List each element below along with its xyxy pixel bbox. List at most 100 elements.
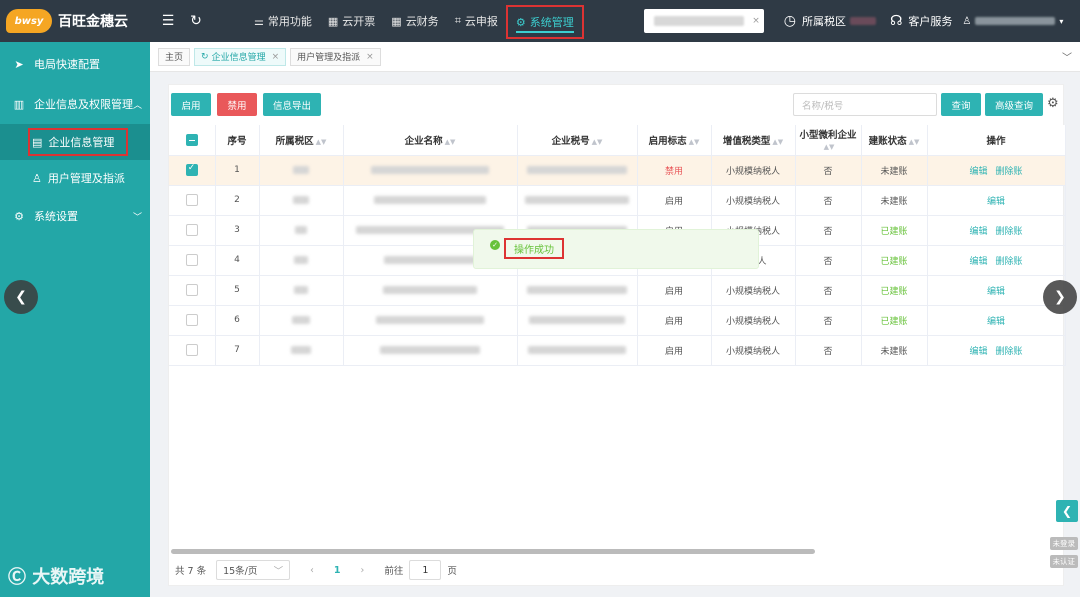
nav-label: 云申报 bbox=[464, 15, 498, 28]
current-page[interactable]: 1 bbox=[334, 565, 341, 576]
table-header-row: 序号 所属税区 ▲▼ 企业名称 ▲▼ 企业税号 ▲▼ 启用标志 ▲▼ 增值税类型 ▲▼ 小… bbox=[169, 125, 1066, 156]
row-select-cell[interactable] bbox=[169, 335, 216, 366]
not-logged-in-badge: 未登录 bbox=[1049, 537, 1078, 550]
grid-icon: ▦ bbox=[391, 14, 402, 28]
page-suffix: 页 bbox=[447, 566, 457, 577]
row-select-cell[interactable] bbox=[169, 215, 216, 246]
row-select-cell[interactable] bbox=[169, 155, 216, 186]
table-row[interactable]: 5 启用 小规模纳税人否已建账 编辑 bbox=[169, 275, 1066, 306]
tax-region-label: 所属税区 bbox=[801, 15, 846, 28]
edit-link[interactable]: 编辑 bbox=[987, 287, 1005, 297]
nav-cloud-invoice[interactable]: ▦ 云开票 bbox=[320, 0, 383, 42]
cell-company-name bbox=[343, 155, 518, 186]
column-header[interactable]: 增值税类型 ▲▼ bbox=[711, 125, 796, 156]
column-header[interactable]: 建账状态 ▲▼ bbox=[861, 125, 928, 156]
sidebar-item-enterprise-info[interactable]: ▤ 企业信息管理 bbox=[0, 124, 150, 160]
sidebar-item-quick-config[interactable]: ➤ 电局快速配置 bbox=[0, 44, 150, 84]
edit-link[interactable]: 编辑 bbox=[969, 347, 987, 357]
sidebar-item-enterprise-permissions[interactable]: ▥ 企业信息及权限管理 ︿ bbox=[0, 84, 150, 124]
edit-link[interactable]: 编辑 bbox=[969, 227, 987, 237]
row-select-cell[interactable] bbox=[169, 245, 216, 276]
search-input[interactable]: 名称/税号 bbox=[793, 93, 937, 116]
row-checkbox[interactable] bbox=[185, 224, 198, 236]
cell-region bbox=[259, 155, 344, 186]
carousel-prev-button[interactable]: ❮ bbox=[4, 280, 38, 314]
nav-label: 常用功能 bbox=[267, 15, 312, 28]
tab-home[interactable]: 主页 bbox=[158, 47, 191, 66]
close-icon[interactable]: × bbox=[272, 52, 280, 62]
prev-page-icon[interactable]: ‹ bbox=[310, 565, 314, 576]
column-header[interactable]: 企业名称 ▲▼ bbox=[343, 125, 518, 156]
page-size-select[interactable]: 15条/页 ﹀ bbox=[216, 560, 291, 580]
row-checkbox[interactable] bbox=[185, 163, 198, 176]
cell-company-name bbox=[343, 305, 518, 336]
close-icon[interactable]: × bbox=[366, 52, 374, 62]
column-header[interactable]: 企业税号 ▲▼ bbox=[517, 125, 638, 156]
nav-common-functions[interactable]: ⚌ 常用功能 bbox=[246, 0, 320, 42]
column-header[interactable]: 所属税区 ▲▼ bbox=[259, 125, 344, 156]
page-size-value: 15条/页 bbox=[223, 566, 258, 577]
customer-service[interactable]: ☊ 客户服务 bbox=[890, 13, 952, 29]
expand-panel-button[interactable]: ❮ bbox=[1056, 500, 1078, 522]
tab-enterprise-info[interactable]: ↻ 企业信息管理 × bbox=[194, 47, 287, 66]
tax-region-redacted bbox=[849, 17, 876, 25]
tab-label: 用户管理及指派 bbox=[297, 53, 361, 63]
edit-link[interactable]: 编辑 bbox=[969, 167, 987, 177]
row-checkbox[interactable] bbox=[185, 194, 198, 206]
table-row[interactable]: 1禁用小规模纳税人否未建账编辑删除账 bbox=[169, 155, 1066, 186]
table-row[interactable]: 7 启用 小规模纳税人否未建账 编辑 删除账 bbox=[169, 335, 1066, 366]
tab-user-assignment[interactable]: 用户管理及指派 × bbox=[290, 47, 381, 66]
cell-small-enterprise: 否 bbox=[795, 245, 862, 276]
horizontal-scrollbar[interactable] bbox=[171, 549, 815, 554]
tax-region[interactable]: ◷ 所属税区 bbox=[784, 13, 876, 29]
table-row[interactable]: 2 启用 小规模纳税人否未建账 编辑 bbox=[169, 185, 1066, 216]
row-select-cell[interactable] bbox=[169, 305, 216, 336]
menu-toggle-icon[interactable]: ☰ bbox=[158, 11, 178, 31]
sidebar-item-user-assignment[interactable]: ♙ 用户管理及指派 bbox=[0, 160, 150, 196]
export-button[interactable]: 信息导出 bbox=[263, 93, 321, 116]
row-select-cell[interactable] bbox=[169, 185, 216, 216]
edit-link[interactable]: 编辑 bbox=[969, 257, 987, 267]
close-icon[interactable]: × bbox=[752, 16, 760, 26]
total-count: 共 7 条 bbox=[175, 566, 207, 577]
nav-cloud-declaration[interactable]: ⌗ 云申报 bbox=[447, 0, 506, 42]
row-checkbox[interactable] bbox=[185, 344, 198, 356]
user-menu[interactable]: ♙ ▾ bbox=[962, 16, 1063, 27]
delete-account-link[interactable]: 删除账 bbox=[996, 167, 1023, 177]
chevron-down-icon[interactable]: ﹀ bbox=[1062, 49, 1072, 64]
settings-gear-icon[interactable]: ⚙ bbox=[1047, 96, 1059, 111]
row-checkbox[interactable] bbox=[185, 314, 198, 326]
caret-down-icon: ▾ bbox=[1059, 16, 1064, 26]
delete-account-link[interactable]: 删除账 bbox=[996, 347, 1023, 357]
delete-account-link[interactable]: 删除账 bbox=[996, 257, 1023, 267]
cell-account-status: 已建账 bbox=[861, 275, 928, 306]
enable-button[interactable]: 启用 bbox=[171, 93, 211, 116]
cell-region bbox=[259, 335, 344, 366]
nav-system-management[interactable]: ⚙ 系统管理 bbox=[505, 5, 584, 39]
nav-cloud-finance[interactable]: ▦ 云财务 bbox=[383, 0, 446, 42]
edit-link[interactable]: 编辑 bbox=[987, 317, 1005, 327]
company-select[interactable]: × bbox=[643, 9, 764, 33]
goto-label: 前往 bbox=[384, 566, 404, 577]
carousel-next-button[interactable]: ❯ bbox=[1043, 280, 1077, 314]
delete-account-link[interactable]: 删除账 bbox=[996, 227, 1023, 237]
column-header[interactable]: 小型微利企业▲▼ bbox=[795, 125, 862, 156]
query-button[interactable]: 查询 bbox=[941, 93, 981, 116]
disable-button[interactable]: 禁用 bbox=[217, 93, 257, 116]
sidebar-item-system-settings[interactable]: ⚙ 系统设置 ﹀ bbox=[0, 196, 150, 236]
row-select-cell[interactable] bbox=[169, 275, 216, 306]
advanced-query-button[interactable]: 高级查询 bbox=[985, 93, 1043, 116]
select-all-checkbox[interactable] bbox=[185, 133, 198, 146]
select-all-cell[interactable] bbox=[169, 125, 216, 156]
row-checkbox[interactable] bbox=[185, 254, 198, 266]
goto-page-input[interactable]: 1 bbox=[409, 560, 442, 580]
column-header[interactable]: 启用标志 ▲▼ bbox=[637, 125, 712, 156]
edit-link[interactable]: 编辑 bbox=[987, 197, 1005, 207]
table-row[interactable]: 6 启用 小规模纳税人否已建账 编辑 bbox=[169, 305, 1066, 336]
sort-icon: ▲▼ bbox=[591, 137, 603, 146]
app-logo[interactable]: bwsy 百旺金穗云 bbox=[0, 9, 150, 33]
row-checkbox[interactable] bbox=[185, 284, 198, 296]
gear-icon: ⚙ bbox=[14, 209, 24, 223]
refresh-icon[interactable]: ↻ bbox=[186, 11, 206, 31]
next-page-icon[interactable]: › bbox=[361, 565, 365, 576]
